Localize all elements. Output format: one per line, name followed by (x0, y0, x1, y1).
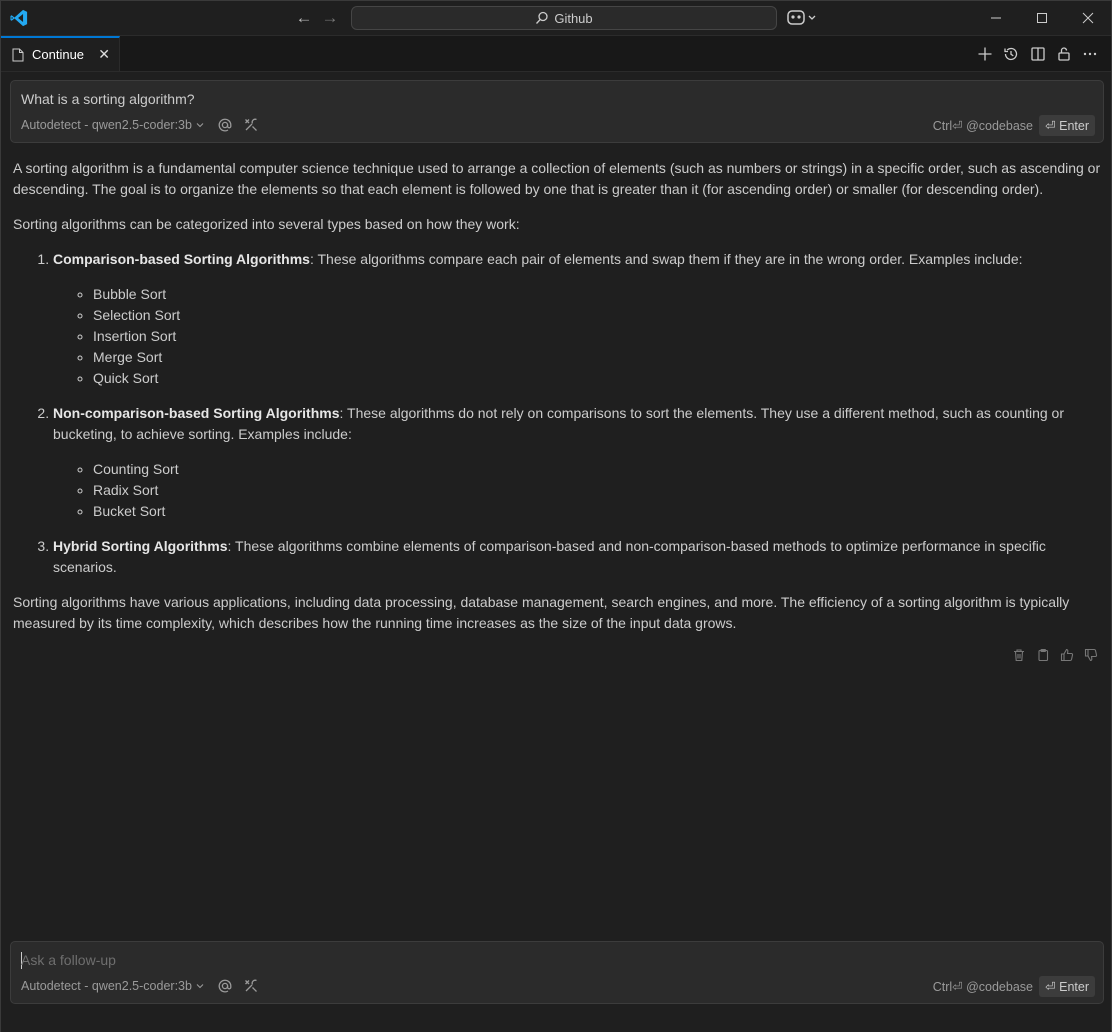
model-selector[interactable]: Autodetect - qwen2.5-coder:3b (21, 118, 205, 132)
response-categories-intro: Sorting algorithms can be categorized in… (13, 216, 520, 232)
at-mention-icon[interactable] (217, 117, 233, 133)
chevron-down-icon (196, 123, 204, 128)
category-title: Non-comparison-based Sorting Algorithms (53, 405, 340, 421)
file-icon (12, 48, 24, 61)
message-actions (1011, 647, 1099, 663)
more-icon[interactable] (1081, 45, 1099, 63)
list-item: Comparison-based Sorting Algorithms: The… (53, 249, 1101, 389)
status-strip (1, 1013, 1111, 1032)
algorithm-category-list: Comparison-based Sorting Algorithms: The… (13, 249, 1101, 578)
tab-label: Continue (32, 47, 85, 62)
example-list: Bubble Sort Selection Sort Insertion Sor… (53, 284, 1101, 389)
tools-icon[interactable] (243, 978, 259, 994)
codebase-hint: Ctrl⏎ @codebase (932, 980, 1033, 994)
model-selector-label: Autodetect - qwen2.5-coder:3b (21, 979, 192, 993)
model-selector[interactable]: Autodetect - qwen2.5-coder:3b (21, 979, 205, 993)
copilot-icon[interactable] (787, 9, 819, 27)
tab-close-icon[interactable]: ✕ (98, 46, 110, 63)
back-arrow-icon[interactable]: ← (295, 9, 313, 27)
chevron-down-icon (196, 984, 204, 989)
category-desc: : These algorithms compare each pair of … (309, 251, 1023, 267)
tools-icon[interactable] (243, 117, 259, 133)
maximize-icon[interactable] (1019, 1, 1065, 35)
user-query-card[interactable]: What is a sorting algorithm? Autodetect … (10, 80, 1104, 143)
example-item: Bucket Sort (93, 501, 1101, 522)
thumbs-up-icon[interactable] (1059, 647, 1075, 663)
lock-icon[interactable] (1055, 45, 1073, 63)
forward-arrow-icon[interactable]: → (321, 9, 339, 27)
split-view-icon[interactable] (1029, 45, 1047, 63)
copy-icon[interactable] (1035, 647, 1051, 663)
example-list: Counting Sort Radix Sort Bucket Sort (53, 459, 1101, 522)
category-title: Hybrid Sorting Algorithms (53, 538, 228, 554)
example-item: Counting Sort (93, 459, 1101, 480)
vscode-logo-icon[interactable] (9, 9, 29, 27)
list-item: Non-comparison-based Sorting Algorithms:… (53, 403, 1101, 522)
search-text: Github (554, 10, 593, 26)
list-item: Hybrid Sorting Algorithms: These algorit… (53, 536, 1101, 578)
assistant-response: A sorting algorithm is a fundamental com… (13, 158, 1101, 648)
minimize-icon[interactable] (973, 1, 1019, 35)
codebase-hint: Ctrl⏎ @codebase (932, 119, 1033, 133)
response-outro: Sorting algorithms have various applicat… (13, 594, 1070, 631)
tab-continue[interactable]: Continue ✕ (1, 36, 120, 71)
new-session-icon[interactable] (976, 45, 994, 63)
command-center-search[interactable]: Github (351, 6, 777, 30)
tab-bar: Continue ✕ (1, 36, 1111, 72)
followup-input-card[interactable]: Ask a follow-up Autodetect - qwen2.5-cod… (10, 941, 1104, 1004)
example-item: Radix Sort (93, 480, 1101, 501)
response-intro: A sorting algorithm is a fundamental com… (13, 160, 1101, 197)
title-bar: ← → Github (1, 1, 1111, 36)
followup-input[interactable]: Ask a follow-up (21, 952, 116, 968)
category-title: Comparison-based Sorting Algorithms (53, 251, 310, 267)
example-item: Insertion Sort (93, 326, 1101, 347)
example-item: Merge Sort (93, 347, 1101, 368)
at-mention-icon[interactable] (217, 978, 233, 994)
close-icon[interactable] (1065, 1, 1111, 35)
search-icon (536, 11, 548, 24)
delete-icon[interactable] (1011, 647, 1027, 663)
model-selector-label: Autodetect - qwen2.5-coder:3b (21, 118, 192, 132)
enter-button[interactable]: ⏎ Enter (1039, 976, 1095, 997)
example-item: Bubble Sort (93, 284, 1101, 305)
user-query-text: What is a sorting algorithm? (21, 91, 195, 107)
history-icon[interactable] (1002, 45, 1020, 63)
example-item: Quick Sort (93, 368, 1101, 389)
thumbs-down-icon[interactable] (1083, 647, 1099, 663)
enter-button[interactable]: ⏎ Enter (1039, 115, 1095, 136)
example-item: Selection Sort (93, 305, 1101, 326)
